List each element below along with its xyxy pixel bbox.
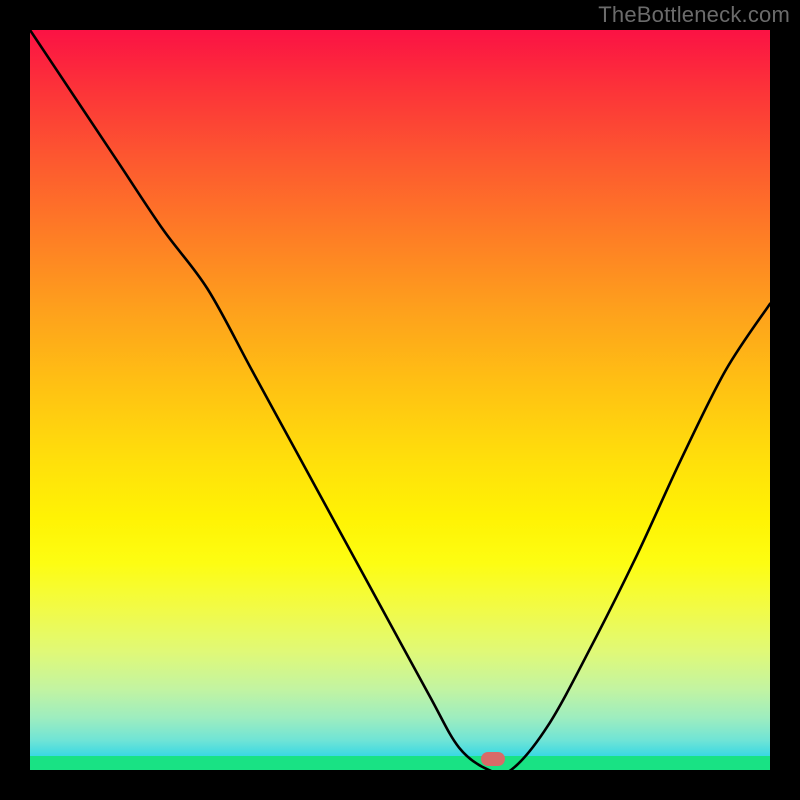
plot-area (30, 30, 770, 770)
watermark-text: TheBottleneck.com (598, 2, 790, 28)
chart-frame: TheBottleneck.com (0, 0, 800, 800)
minimum-marker (481, 752, 505, 766)
bottleneck-curve (30, 30, 770, 770)
